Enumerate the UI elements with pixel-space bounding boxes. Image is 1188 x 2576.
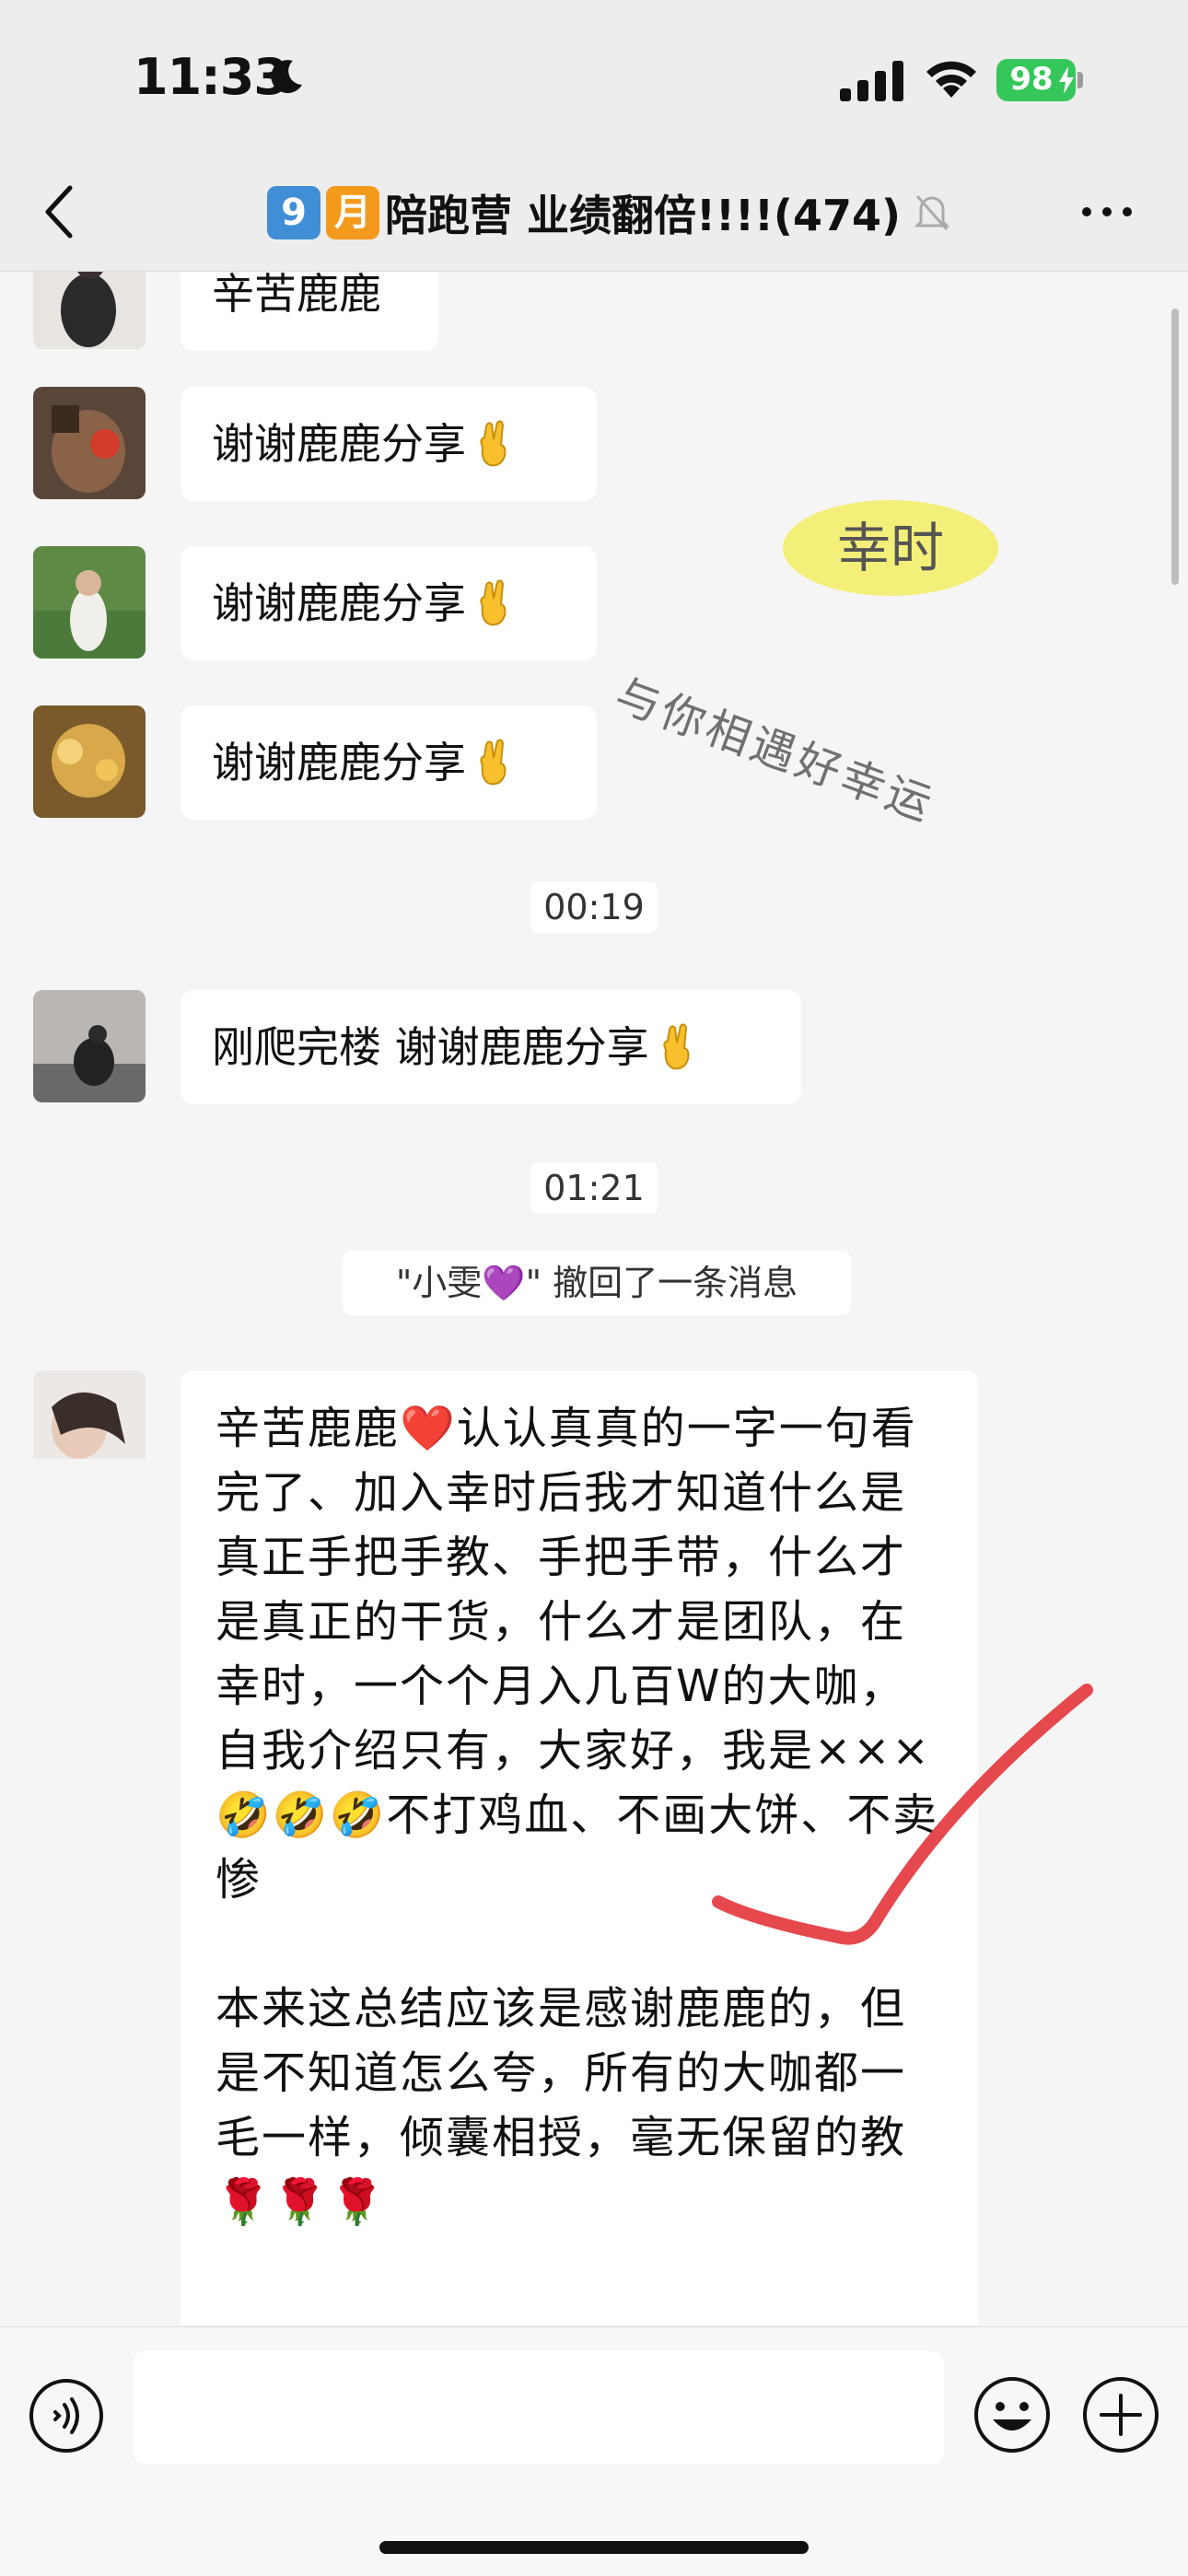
avatar[interactable] — [33, 705, 146, 818]
fingers-crossed-icon — [480, 739, 507, 786]
voice-icon[interactable] — [28, 2377, 105, 2454]
input-bar — [0, 2326, 1188, 2576]
nav-bar: 9 月 陪跑营 业绩翻倍!!!!(474) — [0, 157, 1188, 272]
scroll-indicator — [1171, 309, 1179, 585]
signal-icon — [840, 61, 903, 101]
message-bubble[interactable]: 刚爬完楼 谢谢鹿鹿分享 — [181, 990, 801, 1104]
emoji-icon[interactable] — [973, 2375, 1052, 2454]
back-icon[interactable] — [39, 182, 79, 241]
message-text: 谢谢鹿鹿分享 — [212, 578, 466, 628]
battery-tip — [1077, 72, 1083, 88]
message-bubble[interactable]: 谢谢鹿鹿分享 — [181, 705, 597, 820]
status-bar: 11:33 98 — [0, 0, 1188, 157]
battery-indicator: 98 — [996, 59, 1085, 101]
avatar[interactable] — [33, 546, 146, 659]
avatar[interactable] — [33, 990, 146, 1102]
message-paragraph: 本来这总结应该是感谢鹿鹿的，但是不知道怎么夸，所有的大咖都一毛一样，倾囊相授，毫… — [215, 1983, 907, 2228]
plus-icon[interactable] — [1081, 2375, 1160, 2454]
charging-bolt-icon — [1059, 66, 1074, 94]
message-bubble[interactable]: 谢谢鹿鹿分享 — [181, 546, 597, 660]
home-indicator[interactable] — [379, 2541, 809, 2554]
avatar[interactable] — [33, 387, 146, 499]
number-emoji: 9 — [267, 186, 320, 239]
chat-area[interactable]: 辛苦鹿鹿 谢谢鹿鹿分享 谢谢鹿鹿分享 谢谢鹿鹿分享 00:19 刚爬完楼 谢谢鹿… — [0, 272, 1188, 2325]
chat-title-text: 陪跑营 业绩翻倍!!!!(474) — [385, 191, 901, 240]
more-icon[interactable] — [1079, 203, 1135, 221]
message-input[interactable] — [134, 2351, 944, 2464]
avatar[interactable] — [33, 272, 146, 349]
message-text: 谢谢鹿鹿分享 — [212, 738, 466, 787]
fingers-crossed-icon — [480, 420, 507, 467]
moon-icon — [271, 60, 302, 94]
wifi-icon — [926, 61, 976, 98]
logo-sticker: 幸时 — [783, 500, 998, 596]
message-bubble[interactable]: 谢谢鹿鹿分享 — [181, 387, 597, 501]
fingers-crossed-icon — [663, 1023, 690, 1070]
timestamp: 01:21 — [0, 1162, 1188, 1214]
message-text: 刚爬完楼 谢谢鹿鹿分享 — [212, 1022, 649, 1072]
status-time: 11:33 — [134, 48, 288, 106]
message-text: 谢谢鹿鹿分享 — [212, 419, 466, 469]
check-mark-icon — [712, 1684, 1093, 1945]
message-bubble[interactable]: 辛苦鹿鹿 — [181, 272, 438, 351]
fingers-crossed-icon — [480, 579, 507, 626]
avatar[interactable] — [33, 1370, 146, 1483]
mute-icon — [914, 195, 950, 230]
battery-level: 98 — [1009, 61, 1054, 98]
timestamp: 00:19 — [0, 881, 1188, 933]
recall-notice: "小雯💜" 撤回了一条消息 — [343, 1251, 851, 1315]
chat-title: 9 月 陪跑营 业绩翻倍!!!!(474) — [267, 181, 950, 245]
message-text: 辛苦鹿鹿 — [212, 272, 381, 319]
slogan-sticker: 与你相遇好幸运 — [608, 669, 941, 833]
month-emoji: 月 — [326, 186, 379, 239]
